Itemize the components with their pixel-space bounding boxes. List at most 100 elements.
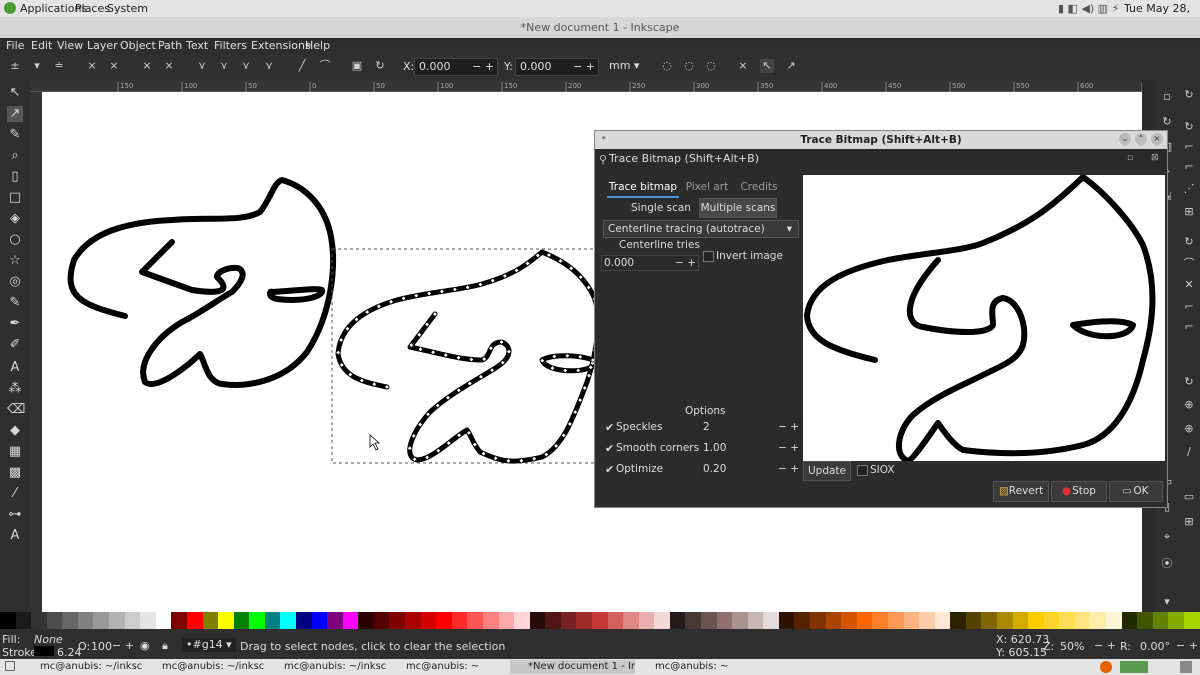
minimize-icon[interactable]: ⌄ <box>1119 133 1131 145</box>
distro-logo-icon[interactable] <box>4 2 16 14</box>
task-terminal-2[interactable]: mc@anubis: ~/inkscap... <box>144 660 264 674</box>
smooth-node-icon[interactable]: ⋎ <box>217 59 231 73</box>
snap-others-icon[interactable]: ↻ <box>1182 375 1196 389</box>
dropper-tool-icon[interactable]: ⁄ <box>7 486 23 502</box>
task-terminal-5[interactable]: mc@anubis: ~ <box>637 660 757 674</box>
palette-swatch[interactable] <box>841 612 857 629</box>
more-commands-icon[interactable]: ▾ <box>1160 595 1174 609</box>
palette-swatch[interactable] <box>327 612 343 629</box>
zoom-value[interactable]: 50% <box>1060 640 1084 653</box>
palette-swatch[interactable] <box>1028 612 1044 629</box>
menu-filters[interactable]: Filters <box>214 39 247 52</box>
eraser-tool-icon[interactable]: ⌫ <box>7 402 25 418</box>
palette-swatch[interactable] <box>140 612 156 629</box>
multiple-scans-button[interactable]: Multiple scans <box>699 198 777 218</box>
palette-swatch[interactable] <box>482 612 499 629</box>
snap-bbox-icon[interactable]: ↻ <box>1182 120 1196 134</box>
dock-float-icon[interactable]: ▫ <box>1127 153 1133 163</box>
palette-swatch[interactable] <box>311 612 328 629</box>
smooth-corners-stepper[interactable]: − + <box>778 439 799 457</box>
3dbox-tool-icon[interactable]: ◈ <box>7 211 23 227</box>
palette-swatch[interactable] <box>981 612 997 629</box>
palette-swatch[interactable] <box>716 612 733 629</box>
palette-swatch[interactable] <box>1074 612 1091 629</box>
snap-nodes-icon[interactable]: ↻ <box>1182 235 1196 249</box>
palette-swatch[interactable] <box>1012 612 1029 629</box>
tab-credits[interactable]: Credits <box>737 176 781 198</box>
places-menu[interactable]: Places <box>75 2 110 15</box>
palette-swatch[interactable] <box>109 612 125 629</box>
layers-icon[interactable]: ⌖ <box>1160 530 1174 544</box>
text-tool-icon[interactable]: A <box>7 360 23 376</box>
smooth-corners-checkbox[interactable]: ✔ <box>605 442 614 455</box>
single-scan-button[interactable]: Single scan <box>627 198 695 218</box>
tab-trace-bitmap[interactable]: Trace bitmap <box>607 176 679 198</box>
palette-swatch[interactable] <box>420 612 437 629</box>
fill-value[interactable]: None <box>34 633 63 646</box>
palette-swatch[interactable] <box>498 612 515 629</box>
snap-rotation-center-icon[interactable]: ⊕ <box>1182 422 1196 436</box>
delete-node-icon[interactable]: ≐ <box>52 59 66 73</box>
spray-tool-icon[interactable]: ⁂ <box>7 381 23 397</box>
palette-swatch[interactable] <box>560 612 577 629</box>
zoom-stepper[interactable]: − + <box>1094 639 1116 652</box>
opacity-value[interactable]: 100 <box>91 640 112 653</box>
object-to-path-icon[interactable]: ▣ <box>350 59 364 73</box>
show-desktop-icon[interactable] <box>5 661 15 671</box>
palette-swatch[interactable] <box>576 612 592 629</box>
palette-swatch[interactable] <box>46 612 63 629</box>
join-nodes-icon[interactable]: ⨯ <box>85 59 99 73</box>
palette-swatch[interactable] <box>887 612 904 629</box>
palette-swatch[interactable] <box>591 612 608 629</box>
rotate-stepper[interactable]: − + <box>1176 639 1198 652</box>
palette-swatch[interactable] <box>436 612 452 629</box>
optimize-field[interactable]: 0.20 − + <box>699 460 801 478</box>
pen-tool-icon[interactable]: ✒ <box>7 316 23 332</box>
centerline-stepper[interactable]: − + <box>675 256 696 270</box>
palette-swatch[interactable] <box>701 612 717 629</box>
palette-swatch[interactable] <box>218 612 234 629</box>
palette-swatch[interactable] <box>280 612 296 629</box>
palette-swatch[interactable] <box>623 612 639 629</box>
snap-grid-icon[interactable]: ⊞ <box>1182 515 1196 529</box>
pencil-tool-icon[interactable]: ✎ <box>7 295 23 311</box>
edit-clip-icon[interactable]: ⨯ <box>736 59 750 73</box>
snap-cusp-icon[interactable]: ⌐ <box>1182 300 1196 314</box>
x-field[interactable]: 0.000 − + <box>414 58 498 76</box>
x-stepper[interactable]: − + <box>472 59 494 75</box>
snap-center-icon[interactable]: ⊞ <box>1182 205 1196 219</box>
lock-icon[interactable]: 🔒︎ <box>162 639 168 653</box>
palette-swatch[interactable] <box>872 612 888 629</box>
spiral-tool-icon[interactable]: ◎ <box>7 274 23 290</box>
menu-object[interactable]: Object <box>120 39 156 52</box>
snap-midpoint-icon[interactable]: ⋰ <box>1182 182 1196 196</box>
palette-swatch[interactable] <box>825 612 842 629</box>
snap-bbox-corner-icon[interactable]: ⌐ <box>1182 160 1196 174</box>
snap-object-center-icon[interactable]: ⊕ <box>1182 398 1196 412</box>
palette-swatch[interactable] <box>778 612 795 629</box>
method-dropdown[interactable]: Centerline tracing (autotrace) ▾ <box>603 220 799 238</box>
snap-text-baseline-icon[interactable]: ∕ <box>1182 445 1196 459</box>
cusp-node-icon[interactable]: ⋎ <box>195 59 209 73</box>
measure-tool-icon[interactable]: ▯ <box>7 169 23 185</box>
palette-swatch[interactable] <box>856 612 873 629</box>
break-path-icon[interactable]: ⨯ <box>107 59 121 73</box>
palette-swatch[interactable] <box>62 612 78 629</box>
palette-swatch[interactable] <box>249 612 265 629</box>
palette-swatch[interactable] <box>794 612 811 629</box>
snap-smooth-icon[interactable]: ⌐ <box>1182 320 1196 334</box>
smooth-corners-field[interactable]: 1.00 − + <box>699 439 801 457</box>
palette-swatch[interactable] <box>638 612 655 629</box>
dock-close-icon[interactable]: ⊠ <box>1151 153 1159 163</box>
palette-swatch[interactable] <box>1152 612 1169 629</box>
objects-icon[interactable]: ⦿ <box>1160 555 1174 570</box>
palette-swatch[interactable] <box>358 612 374 629</box>
palette-swatch[interactable] <box>264 612 281 629</box>
siox-checkbox[interactable] <box>857 465 868 476</box>
palette-swatch[interactable] <box>451 612 468 629</box>
ok-button[interactable]: ▭ OK <box>1109 481 1163 502</box>
palette-swatch[interactable] <box>545 612 561 629</box>
revert-button[interactable]: ▨ Revert <box>993 481 1049 502</box>
menu-view[interactable]: View <box>57 39 83 52</box>
symmetric-node-icon[interactable]: ⋎ <box>239 59 253 73</box>
